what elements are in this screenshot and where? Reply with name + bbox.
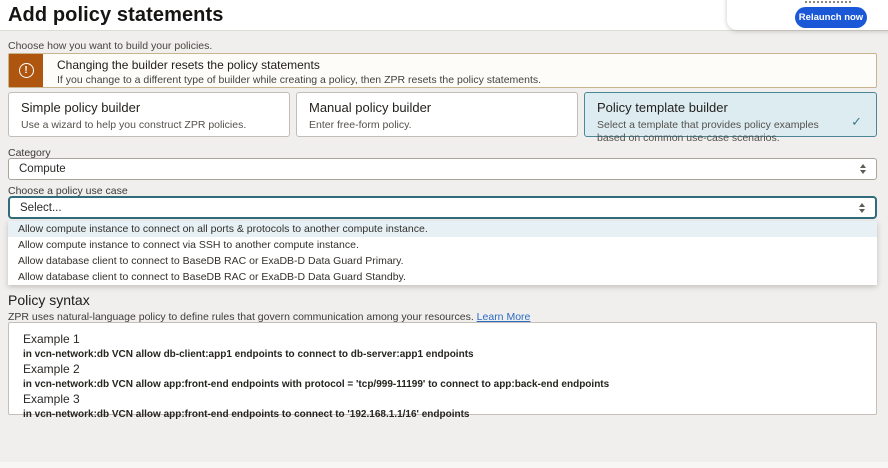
policy-template-builder-card-selected[interactable]: Policy template builder Select a templat… — [584, 92, 877, 137]
example-label: Example 3 — [23, 392, 876, 406]
builder-reset-warning-banner: ! Changing the builder resets the policy… — [8, 53, 877, 88]
relaunch-now-button[interactable]: Relaunch now — [795, 7, 867, 28]
banner-body: If you change to a different type of bui… — [57, 74, 541, 86]
policy-examples-box: Example 1 in vcn-network:db VCN allow db… — [8, 322, 877, 415]
policy-syntax-heading: Policy syntax — [8, 292, 90, 308]
example-statement: in vcn-network:db VCN allow app:front-en… — [23, 409, 876, 420]
simple-policy-builder-card[interactable]: Simple policy builder Use a wizard to he… — [8, 92, 290, 137]
dropdown-option[interactable]: Allow compute instance to connect on all… — [8, 221, 877, 237]
builder-choice-subtitle: Choose how you want to build your polici… — [8, 40, 212, 52]
warning-icon-block: ! — [9, 54, 43, 87]
card-description: Select a template that provides policy e… — [597, 119, 845, 145]
card-description: Enter free-form policy. — [309, 119, 565, 132]
example-statement: in vcn-network:db VCN allow app:front-en… — [23, 379, 876, 390]
bottom-strip — [0, 462, 888, 468]
add-policy-statements-page: Add policy statements Relaunch now Choos… — [0, 0, 888, 468]
card-title: Simple policy builder — [21, 100, 277, 115]
page-title: Add policy statements — [8, 4, 223, 27]
example-statement: in vcn-network:db VCN allow db-client:ap… — [23, 349, 876, 360]
card-title: Policy template builder — [597, 100, 864, 115]
example-label: Example 1 — [23, 332, 876, 346]
warning-icon: ! — [19, 63, 34, 78]
use-case-select-value: Select... — [10, 202, 859, 214]
banner-title: Changing the builder resets the policy s… — [57, 58, 541, 72]
category-select-value: Compute — [9, 163, 860, 175]
card-title: Manual policy builder — [309, 100, 565, 115]
use-case-dropdown: Allow compute instance to connect on all… — [8, 221, 877, 285]
banner-text: Changing the builder resets the policy s… — [43, 54, 541, 87]
select-stepper-icon — [860, 164, 876, 174]
checkmark-icon: ✓ — [851, 114, 862, 130]
card-description: Use a wizard to help you construct ZPR p… — [21, 119, 277, 132]
example-label: Example 2 — [23, 362, 876, 376]
dropdown-option[interactable]: Allow compute instance to connect via SS… — [8, 237, 877, 253]
use-case-select[interactable]: Select... — [8, 196, 877, 219]
select-stepper-icon — [859, 203, 875, 213]
clipped-text-marks — [805, 1, 851, 3]
dropdown-option[interactable]: Allow database client to connect to Base… — [8, 253, 877, 269]
manual-policy-builder-card[interactable]: Manual policy builder Enter free-form po… — [296, 92, 578, 137]
category-select[interactable]: Compute — [8, 158, 877, 180]
dropdown-option[interactable]: Allow database client to connect to Base… — [8, 269, 877, 285]
